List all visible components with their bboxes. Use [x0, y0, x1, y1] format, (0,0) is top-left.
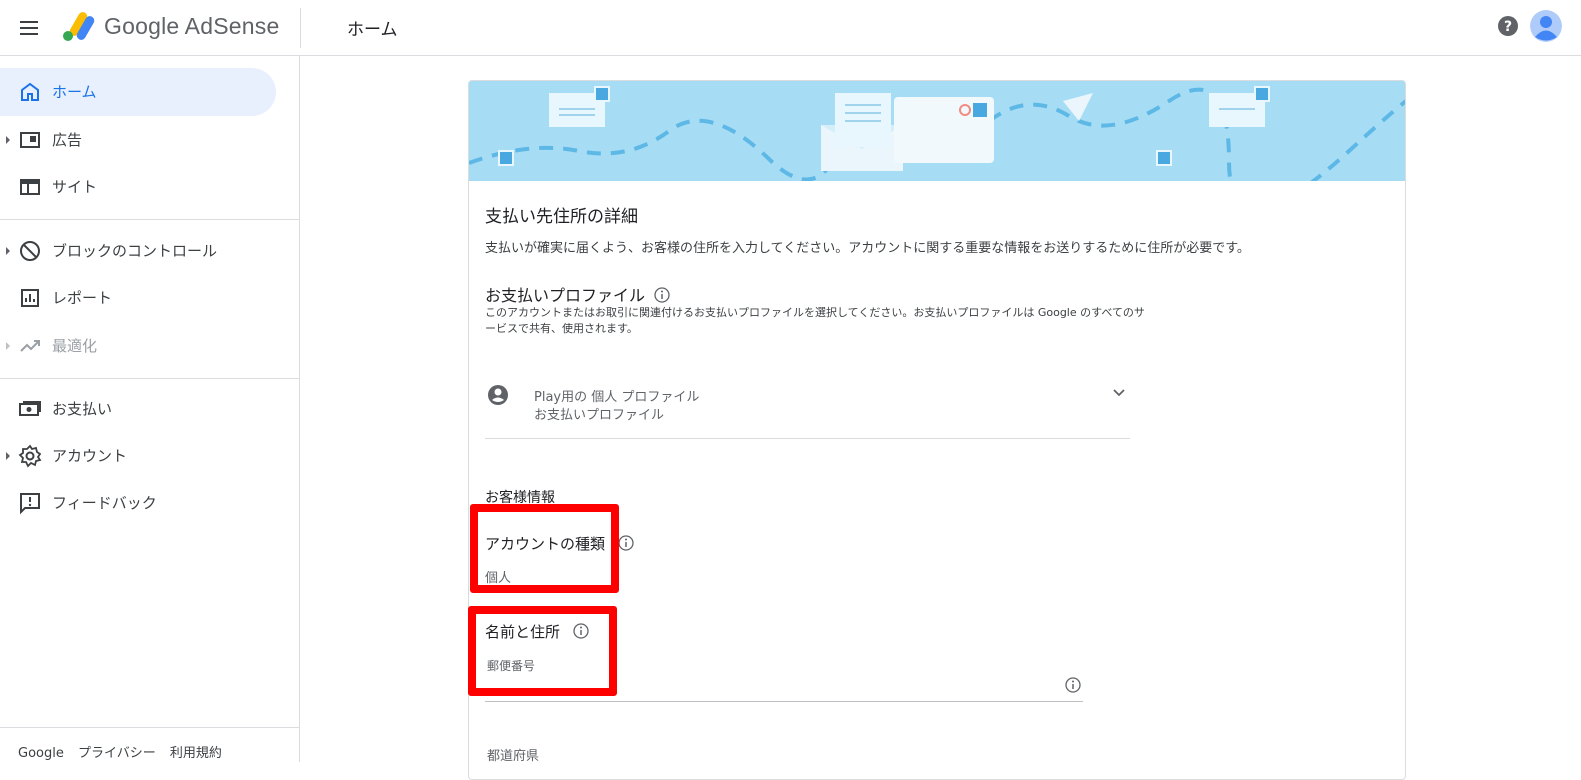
block-icon	[20, 241, 40, 261]
account-gear-icon	[18, 444, 42, 468]
sidebar-divider	[0, 219, 300, 220]
payment-profile-label: お支払いプロファイル	[485, 286, 646, 305]
highlight-box-name-address	[468, 606, 617, 696]
ads-icon	[20, 132, 40, 148]
sidebar-item-label: フィードバック	[52, 494, 157, 512]
payment-profile-title: お支払いプロファイル	[485, 282, 670, 306]
sidebar: ホーム 広告 サイト ブロックのコントロール レポート 最適化 お支払い アカウ…	[0, 56, 300, 762]
top-app-bar: Google AdSense ホーム ?	[0, 0, 1581, 56]
section-title: 支払い先住所の詳細	[485, 207, 638, 227]
user-avatar-icon	[1530, 10, 1562, 42]
footer-link-google[interactable]: Google	[18, 746, 64, 761]
sidebar-item-reports[interactable]: レポート	[0, 274, 276, 322]
sidebar-item-label: ホーム	[52, 83, 97, 101]
payment-profile-select[interactable]: Play用の 個人 プロファイル お支払いプロファイル	[485, 371, 1130, 439]
sidebar-item-label: レポート	[52, 289, 113, 307]
footer-link-privacy[interactable]: プライバシー	[78, 746, 156, 761]
brand-name: Google AdSense	[104, 13, 280, 39]
sidebar-item-label: アカウント	[52, 447, 128, 465]
sidebar-footer: Google プライバシー 利用規約	[18, 742, 232, 761]
payments-icon	[19, 401, 41, 416]
expand-caret-icon	[6, 342, 10, 350]
sidebar-item-sites[interactable]: サイト	[0, 163, 276, 211]
help-icon[interactable]: ?	[1496, 14, 1520, 38]
avatar[interactable]	[1530, 10, 1562, 42]
sidebar-item-label: ブロックのコントロール	[52, 242, 218, 260]
footer-link-terms[interactable]: 利用規約	[170, 746, 222, 761]
sidebar-item-block-controls[interactable]: ブロックのコントロール	[0, 227, 276, 275]
feedback-icon	[20, 493, 40, 515]
expand-caret-icon	[6, 136, 10, 144]
highlight-box-account-type	[470, 504, 619, 593]
sidebar-item-payments[interactable]: お支払い	[0, 385, 276, 433]
sidebar-item-label: 広告	[52, 131, 83, 149]
expand-caret-icon	[6, 452, 10, 460]
svg-text:?: ?	[1504, 19, 1512, 35]
payment-profile-description: このアカウントまたはお取引に関連付けるお支払いプロファイルを選択してください。お…	[485, 306, 1145, 335]
menu-icon[interactable]	[16, 14, 44, 42]
sites-icon	[20, 179, 40, 195]
sidebar-item-optimization[interactable]: 最適化	[0, 322, 276, 370]
page-title: ホーム	[347, 20, 398, 40]
person-icon	[488, 385, 508, 405]
sidebar-item-ads[interactable]: 広告	[0, 116, 276, 164]
section-description: 支払いが確実に届くよう、お客様の住所を入力してください。アカウントに関する重要な…	[485, 241, 1250, 256]
sidebar-divider	[0, 378, 300, 379]
selected-profile-name: Play用の 個人 プロファイル	[534, 390, 700, 405]
postal-info-icon[interactable]	[1065, 677, 1081, 693]
selected-profile-type: お支払いプロファイル	[534, 408, 665, 423]
expand-caret-icon	[6, 247, 10, 255]
mail-banner-illustration	[469, 81, 1405, 181]
top-divider	[300, 8, 301, 48]
sidebar-item-label: お支払い	[52, 400, 113, 418]
home-icon	[21, 82, 39, 101]
sidebar-item-home[interactable]: ホーム	[0, 68, 276, 116]
info-icon[interactable]	[654, 287, 670, 303]
prefecture-label: 都道府県	[487, 749, 540, 764]
sidebar-item-label: サイト	[52, 178, 98, 196]
info-icon[interactable]	[618, 535, 634, 551]
sidebar-divider	[0, 727, 300, 728]
postal-code-input[interactable]	[485, 701, 1083, 702]
sidebar-item-account[interactable]: アカウント	[0, 432, 276, 480]
chevron-down-icon	[1113, 389, 1125, 397]
sidebar-item-feedback[interactable]: フィードバック	[0, 479, 276, 527]
optimization-icon	[20, 340, 40, 352]
sidebar-item-label: 最適化	[52, 337, 98, 355]
reports-icon	[21, 289, 39, 307]
adsense-logo-icon	[63, 12, 95, 41]
